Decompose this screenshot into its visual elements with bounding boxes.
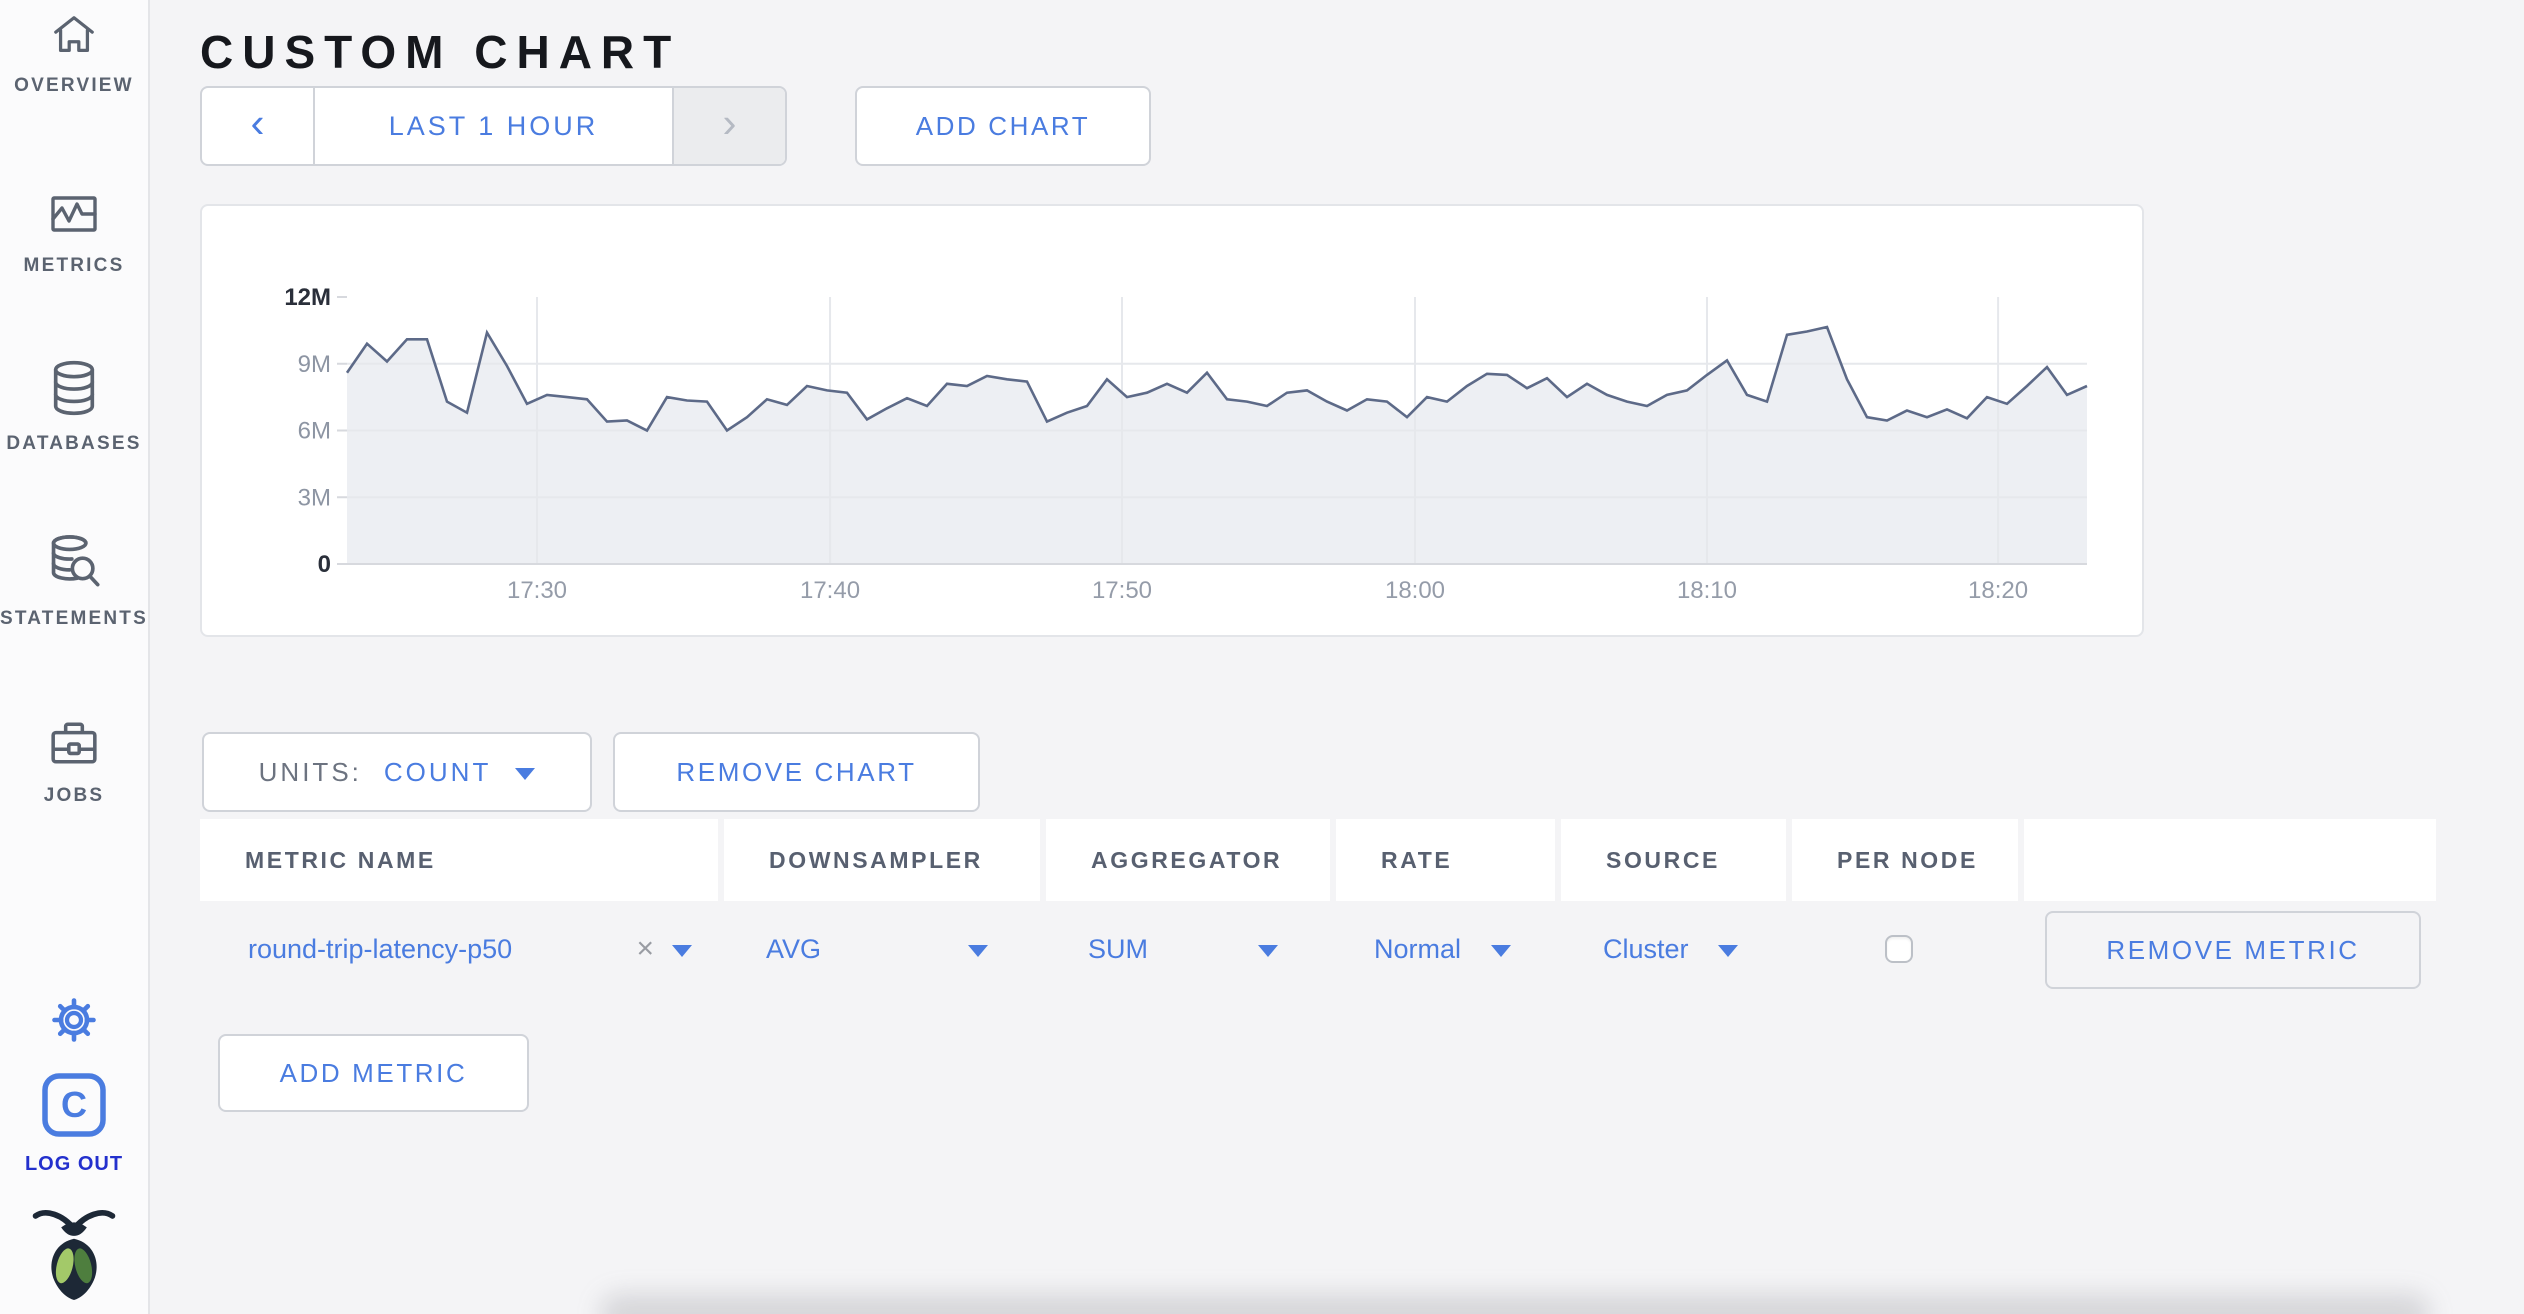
svg-text:18:00: 18:00 (1385, 577, 1445, 604)
svg-text:C: C (61, 1084, 87, 1125)
time-range-prev-button[interactable]: ‹ (202, 88, 313, 164)
caret-down-icon (672, 945, 692, 957)
caret-down-icon (1258, 945, 1278, 957)
column-header-per-node: PER NODE (1792, 819, 2018, 901)
rate-value: Normal (1374, 933, 1462, 964)
gear-icon (0, 996, 148, 1049)
caret-down-icon (1491, 945, 1511, 957)
sidebar-item-statements[interactable]: STATEMENTS (0, 533, 148, 630)
svg-text:18:10: 18:10 (1677, 577, 1737, 604)
sidebar: OVERVIEW METRICS DATABASES STATEMENTS JO… (0, 0, 150, 1314)
caret-down-icon (1718, 945, 1738, 957)
svg-text:9M: 9M (298, 351, 331, 378)
column-header-metric-name: METRIC NAME (200, 819, 718, 901)
aggregator-select[interactable]: SUM (1046, 908, 1330, 990)
units-value: COUNT (383, 756, 492, 787)
page-title: CUSTOM CHART (200, 25, 681, 78)
sidebar-item-label: DATABASES (6, 433, 142, 454)
add-chart-button[interactable]: ADD CHART (855, 86, 1151, 166)
downsampler-select[interactable]: AVG (724, 908, 1040, 990)
column-header-rate: RATE (1336, 819, 1555, 901)
briefcase-icon (0, 718, 148, 773)
chevron-right-icon: › (722, 99, 737, 146)
chevron-left-icon: ‹ (250, 99, 265, 146)
database-icon (0, 360, 148, 421)
source-value: Cluster (1603, 933, 1689, 964)
column-header-downsampler: DOWNSAMPLER (724, 819, 1040, 901)
metric-name-select[interactable]: round-trip-latency-p50 × (200, 908, 718, 990)
sidebar-brand[interactable] (0, 1206, 148, 1305)
add-metric-button[interactable]: ADD METRIC (218, 1034, 529, 1112)
sidebar-item-label: STATEMENTS (0, 608, 148, 629)
caret-down-icon (515, 768, 536, 780)
dock-shadow (600, 1294, 2430, 1314)
sidebar-item-logout[interactable]: C LOG OUT (0, 1072, 148, 1176)
svg-text:18:20: 18:20 (1968, 577, 2028, 604)
sidebar-item-overview[interactable]: OVERVIEW (0, 12, 148, 97)
column-header-source: SOURCE (1561, 819, 1786, 901)
time-range-label[interactable]: LAST 1 HOUR (313, 88, 674, 164)
metric-name-value: round-trip-latency-p50 (248, 933, 513, 964)
per-node-checkbox[interactable] (1885, 935, 1913, 963)
svg-text:17:50: 17:50 (1092, 577, 1152, 604)
sidebar-item-label: OVERVIEW (14, 75, 134, 96)
cockroach-bug-icon (0, 1206, 148, 1305)
aggregator-value: SUM (1088, 933, 1148, 964)
caret-down-icon (968, 945, 988, 957)
remove-chart-button[interactable]: REMOVE CHART (613, 732, 980, 812)
units-dropdown[interactable]: UNITS: COUNT (202, 732, 592, 812)
sidebar-item-metrics[interactable]: METRICS (0, 192, 148, 277)
custom-chart-page: OVERVIEW METRICS DATABASES STATEMENTS JO… (0, 0, 2524, 1314)
home-icon (0, 12, 148, 63)
svg-text:17:40: 17:40 (800, 577, 860, 604)
sidebar-item-settings[interactable] (0, 996, 148, 1049)
custom-chart-panel: 12M 9M 6M 3M 0 17:30 17:40 17:50 18:00 18:10 18:20 (200, 204, 2144, 637)
remove-metric-button[interactable]: REMOVE METRIC (2045, 911, 2421, 989)
downsampler-value: AVG (766, 933, 822, 964)
column-header-aggregator: AGGREGATOR (1046, 819, 1330, 901)
database-search-icon (0, 533, 148, 596)
source-select[interactable]: Cluster (1561, 908, 1786, 990)
time-range-next-button[interactable]: › (674, 88, 785, 164)
metrics-graph-icon (0, 192, 148, 243)
sidebar-item-label: METRICS (23, 255, 125, 276)
cockroach-c-logo-icon: C (0, 1072, 148, 1143)
logout-label: LOG OUT (24, 1153, 124, 1175)
svg-text:0: 0 (318, 551, 331, 578)
rate-select[interactable]: Normal (1336, 908, 1555, 990)
sidebar-item-label: JOBS (43, 785, 105, 806)
svg-text:12M: 12M (284, 284, 331, 311)
units-label: UNITS: (258, 756, 362, 787)
column-header-actions (2024, 819, 2436, 901)
svg-text:17:30: 17:30 (507, 577, 567, 604)
time-range-selector: ‹ LAST 1 HOUR › (200, 86, 787, 166)
svg-text:3M: 3M (298, 484, 331, 511)
clear-metric-icon[interactable]: × (636, 932, 654, 966)
svg-text:6M: 6M (298, 418, 331, 445)
timeseries-area-chart: 12M 9M 6M 3M 0 17:30 17:40 17:50 18:00 18:10 18:20 (284, 284, 2088, 604)
sidebar-item-databases[interactable]: DATABASES (0, 360, 148, 455)
sidebar-item-jobs[interactable]: JOBS (0, 718, 148, 807)
